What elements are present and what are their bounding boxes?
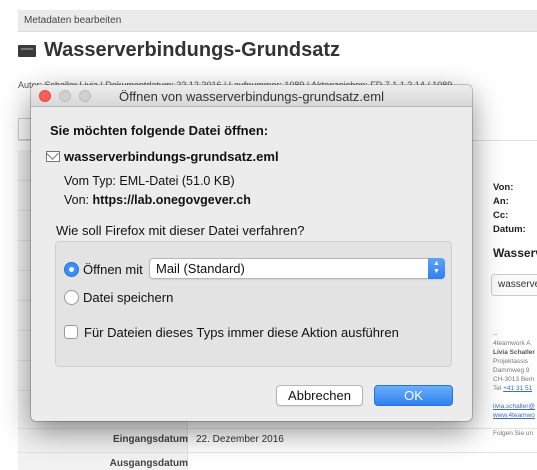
file-row: wasserverbindungs-grundsatz.eml — [46, 149, 279, 164]
action-question: Wie soll Firefox mit dieser Datei verfah… — [56, 223, 305, 238]
row-value: 22. Dezember 2016 — [196, 434, 284, 445]
file-name: wasserverbindungs-grundsatz.eml — [64, 149, 279, 164]
dialog-titlebar[interactable]: Öffnen von wasserverbindungs-grundsatz.e… — [31, 85, 472, 107]
file-type-value: EML-Datei (51.0 KB) — [119, 174, 235, 188]
always-do-this-label[interactable]: Für Dateien dieses Typs immer diese Akti… — [84, 325, 399, 340]
mail-icon — [18, 44, 36, 57]
save-file-label[interactable]: Datei speichern — [83, 290, 173, 305]
action-options-group: Öffnen mit Mail (Standard) ▲ ▼ Datei spei… — [55, 241, 452, 367]
open-file-dialog: Öffnen von wasserverbindungs-grundsatz.e… — [31, 85, 472, 421]
page-title: Wasserverbindungs-Grundsatz — [18, 39, 340, 62]
dialog-prompt: Sie möchten folgende Datei öffnen: — [50, 123, 269, 138]
always-do-this-checkbox[interactable] — [64, 325, 78, 339]
updown-chevron-icon[interactable]: ▲ ▼ — [428, 258, 445, 279]
mail-field-date: Datum: — [493, 224, 526, 235]
file-source-line: Von: https://lab.onegovgever.ch — [64, 193, 251, 207]
mail-field-cc: Cc: — [493, 210, 509, 221]
toolbar-title: Metadaten bearbeiten — [24, 15, 122, 26]
phone-link[interactable]: +41 31 51 — [503, 385, 532, 392]
dialog-title: Öffnen von wasserverbindungs-grundsatz.e… — [119, 89, 384, 104]
save-file-radio[interactable] — [64, 290, 79, 305]
row-eingangsdatum: Eingangsdatum 22. Dezember 2016 — [18, 428, 537, 450]
page-title-text: Wasserverbindungs-Grundsatz — [44, 39, 340, 61]
background-toolbar: Metadaten bearbeiten — [18, 10, 537, 32]
mail-header-fields: Von: An: Cc: Datum: — [493, 181, 526, 237]
mail-signature: -- 4teamwork A Livia Schaller Projektass… — [493, 331, 537, 437]
cancel-button[interactable]: Abbrechen — [276, 385, 363, 406]
email-link[interactable]: livia.schaller@ — [493, 402, 537, 411]
row-label: Eingangsdatum — [112, 434, 188, 445]
open-with-radio[interactable] — [64, 262, 79, 277]
open-with-label[interactable]: Öffnen mit — [83, 262, 143, 277]
mail-field-to: An: — [493, 196, 509, 207]
ok-button[interactable]: OK — [374, 385, 453, 406]
file-source-label: Von: — [64, 193, 90, 207]
file-source-value: https://lab.onegovgever.ch — [92, 193, 251, 207]
mail-subject: Wasserv — [493, 246, 537, 260]
envelope-icon — [46, 151, 60, 162]
file-type-line: Vom Typ: EML-Datei (51.0 KB) — [64, 174, 235, 188]
application-select[interactable]: Mail (Standard) ▲ ▼ — [149, 258, 445, 279]
web-link[interactable]: www.4teamwo — [493, 411, 537, 420]
row-ausgangsdatum: Ausgangsdatum — [18, 452, 537, 470]
row-label: Ausgangsdatum — [109, 458, 188, 469]
mail-field-from: Von: — [493, 182, 514, 193]
attachment-button[interactable]: wasserve — [491, 274, 537, 296]
file-type-label: Vom Typ: — [64, 174, 116, 188]
application-select-value: Mail (Standard) — [156, 261, 245, 276]
